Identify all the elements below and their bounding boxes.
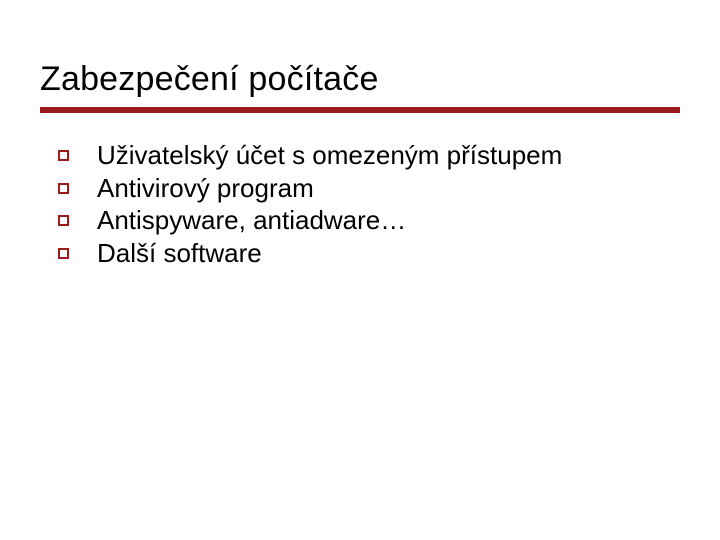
square-bullet-icon <box>58 215 69 226</box>
list-item-text: Uživatelský účet s omezeným přístupem <box>97 139 562 172</box>
list-item: Antivirový program <box>58 172 680 205</box>
list-item-text: Další software <box>97 237 262 270</box>
square-bullet-icon <box>58 183 69 194</box>
list-item: Další software <box>58 237 680 270</box>
list-item: Uživatelský účet s omezeným přístupem <box>58 139 680 172</box>
title-underline <box>40 107 680 113</box>
slide-title: Zabezpečení počítače <box>40 60 680 99</box>
bullet-list: Uživatelský účet s omezeným přístupem An… <box>40 139 680 269</box>
square-bullet-icon <box>58 248 69 259</box>
list-item: Antispyware, antiadware… <box>58 204 680 237</box>
list-item-text: Antispyware, antiadware… <box>97 204 406 237</box>
square-bullet-icon <box>58 150 69 161</box>
slide: Zabezpečení počítače Uživatelský účet s … <box>0 0 720 540</box>
list-item-text: Antivirový program <box>97 172 314 205</box>
